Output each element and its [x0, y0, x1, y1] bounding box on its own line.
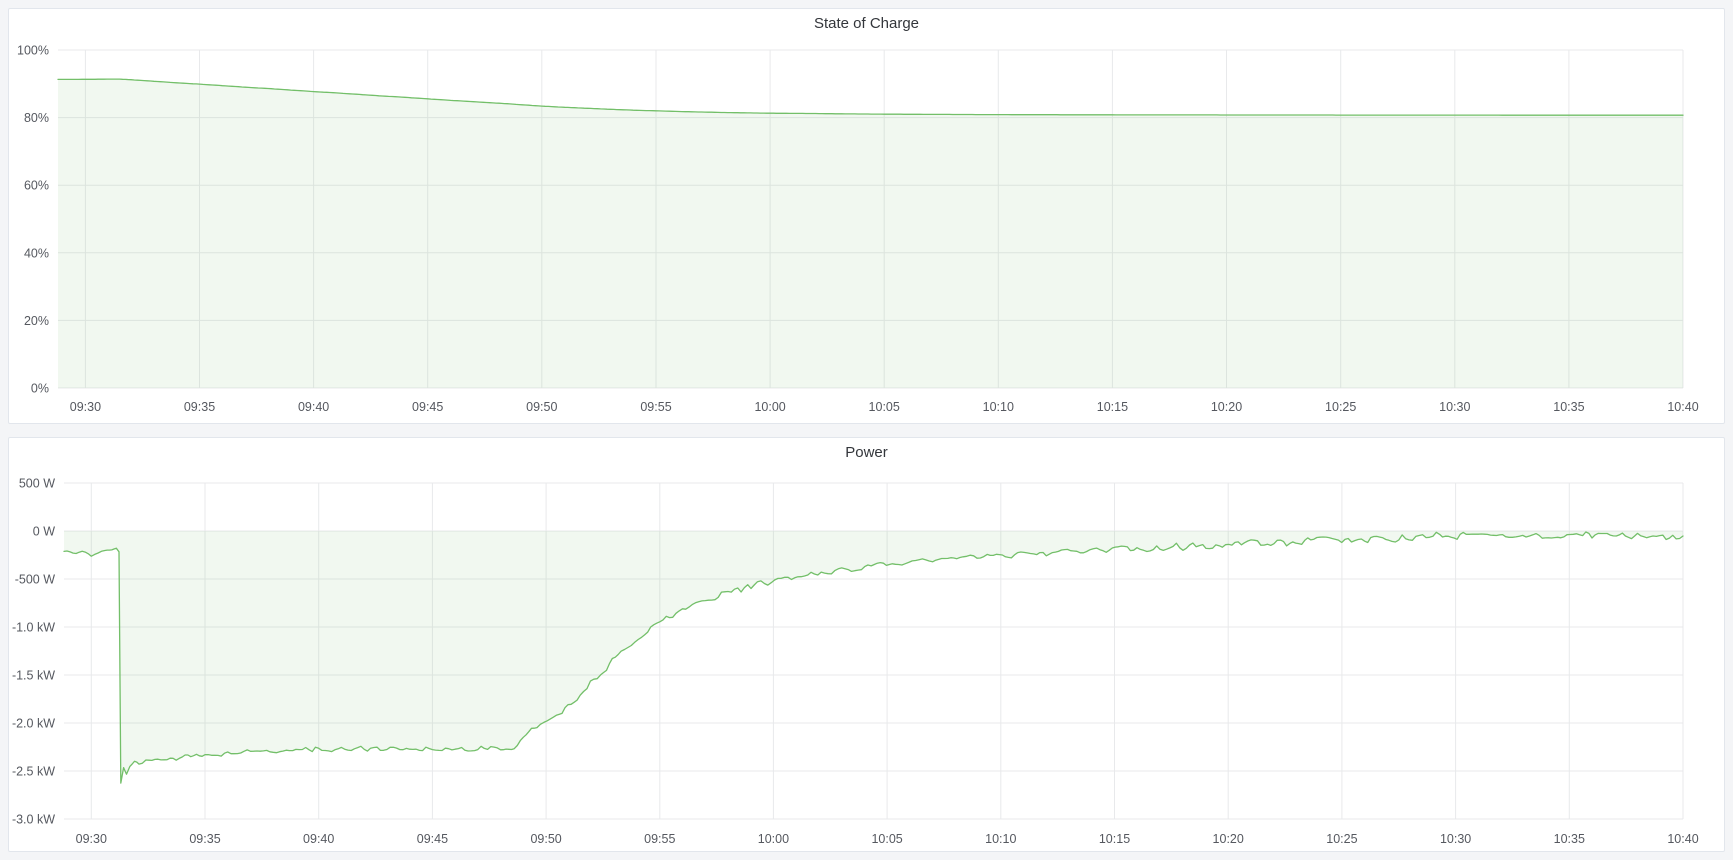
soc-x-tick-label: 10:30 — [1439, 400, 1470, 414]
soc-x-tick-label: 10:05 — [869, 400, 900, 414]
power-x-tick-label: 10:15 — [1099, 832, 1130, 846]
soc-x-tick-label: 10:40 — [1667, 400, 1698, 414]
soc-x-tick-label: 10:10 — [983, 400, 1014, 414]
soc-y-axis-labels: 100% 80% 60% 40% 20% 0% — [17, 44, 49, 396]
soc-y-tick-label: 40% — [24, 246, 49, 260]
power-y-tick-label: -1.0 kW — [12, 621, 55, 635]
soc-x-tick-label: 09:55 — [640, 400, 671, 414]
power-x-tick-label: 09:30 — [76, 832, 107, 846]
power-y-tick-label: -2.0 kW — [12, 717, 55, 731]
power-chart[interactable]: 500 W 0 W -500 W -1.0 kW -1.5 kW -2.0 kW -2.5 … — [9, 438, 1724, 851]
soc-y-tick-label: 20% — [24, 314, 49, 328]
soc-x-tick-label: 10:15 — [1097, 400, 1128, 414]
power-x-tick-label: 10:35 — [1554, 832, 1585, 846]
power-x-tick-label: 10:10 — [985, 832, 1016, 846]
power-x-tick-label: 10:30 — [1440, 832, 1471, 846]
power-y-tick-label: -3.0 kW — [12, 813, 55, 827]
power-y-tick-label: 500 W — [19, 477, 55, 491]
power-x-tick-label: 09:55 — [644, 832, 675, 846]
power-x-tick-label: 09:35 — [189, 832, 220, 846]
power-x-tick-label: 09:50 — [530, 832, 561, 846]
panel-title-power[interactable]: Power — [9, 438, 1724, 461]
soc-x-tick-label: 10:35 — [1553, 400, 1584, 414]
soc-x-tick-label: 09:30 — [70, 400, 101, 414]
power-x-tick-label: 09:40 — [303, 832, 334, 846]
power-y-tick-label: -1.5 kW — [12, 669, 55, 683]
soc-x-tick-label: 09:45 — [412, 400, 443, 414]
power-x-axis-labels: 09:30 09:35 09:40 09:45 09:50 09:55 10:00 10:05… — [76, 832, 1699, 846]
state-of-charge-chart[interactable]: 100%80%60%40%20%0%09:3009:3509:4009:4509… — [9, 9, 1724, 423]
soc-x-tick-label: 09:35 — [184, 400, 215, 414]
power-y-tick-label: 0 W — [33, 525, 55, 539]
soc-series-fill — [58, 79, 1683, 388]
panel-title-state-of-charge[interactable]: State of Charge — [9, 9, 1724, 32]
soc-x-tick-label: 10:25 — [1325, 400, 1356, 414]
power-x-tick-label: 10:20 — [1213, 832, 1244, 846]
soc-x-axis-labels: 09:30 09:35 09:40 09:45 09:50 09:55 10:00 10:05… — [70, 400, 1699, 414]
dashboard: State of Charge 100%80%60%40%20%0%09:300… — [0, 0, 1733, 860]
power-y-axis-labels: 500 W 0 W -500 W -1.0 kW -1.5 kW -2.0 kW -2.5 … — [12, 477, 55, 827]
soc-y-tick-label: 60% — [24, 179, 49, 193]
soc-x-tick-label: 10:20 — [1211, 400, 1242, 414]
soc-y-tick-label: 0% — [31, 382, 49, 396]
power-series-fill — [64, 531, 1683, 783]
power-y-tick-label: -2.5 kW — [12, 765, 55, 779]
power-x-tick-label: 09:45 — [417, 832, 448, 846]
soc-x-tick-label: 09:40 — [298, 400, 329, 414]
panel-power: Power 500 W 0 W -500 W -1.0 kW -1.5 kW -2.0 k… — [8, 437, 1725, 852]
soc-x-tick-label: 10:00 — [754, 400, 785, 414]
soc-x-tick-label: 09:50 — [526, 400, 557, 414]
panel-state-of-charge: State of Charge 100%80%60%40%20%0%09:300… — [8, 8, 1725, 424]
power-x-tick-label: 10:05 — [871, 832, 902, 846]
power-x-tick-label: 10:40 — [1667, 832, 1698, 846]
power-x-tick-label: 10:25 — [1326, 832, 1357, 846]
soc-y-tick-label: 80% — [24, 111, 49, 125]
power-x-tick-label: 10:00 — [758, 832, 789, 846]
power-y-tick-label: -500 W — [15, 573, 55, 587]
soc-y-tick-label: 100% — [17, 44, 49, 58]
